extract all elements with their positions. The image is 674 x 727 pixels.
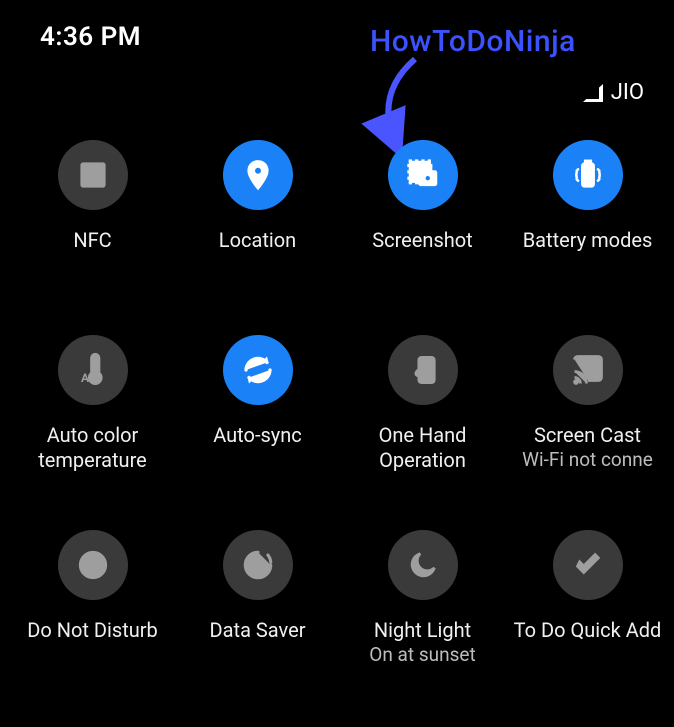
tile-label: One Hand Operation [340, 423, 505, 473]
tile-night-light[interactable]: Night Light On at sunset [340, 530, 505, 668]
svg-text:A: A [81, 371, 90, 385]
carrier-indicator: JIO [583, 80, 644, 105]
one-hand-icon [388, 335, 458, 405]
tile-data-saver[interactable]: Data Saver [175, 530, 340, 668]
quick-settings-grid: NFC Location Screenshot [10, 140, 664, 727]
tile-label: Do Not Disturb [27, 618, 158, 668]
tile-label: To Do Quick Add [514, 618, 662, 668]
tile-todo-quick-add[interactable]: To Do Quick Add [505, 530, 670, 668]
tile-auto-sync[interactable]: Auto-sync [175, 335, 340, 473]
tile-location[interactable]: Location [175, 140, 340, 278]
tile-label: Location [219, 228, 296, 278]
status-time: 4:36 PM [40, 22, 141, 52]
check-icon [553, 530, 623, 600]
tile-label: Data Saver [210, 618, 306, 668]
moon-icon [388, 530, 458, 600]
tile-label: NFC [73, 228, 111, 278]
nfc-icon [58, 140, 128, 210]
tile-auto-color-temperature[interactable]: A Auto color temperature [10, 335, 175, 473]
tile-do-not-disturb[interactable]: Do Not Disturb [10, 530, 175, 668]
tile-label: Auto-sync [213, 423, 302, 473]
carrier-label: JIO [611, 80, 644, 105]
tile-battery-modes[interactable]: Battery modes [505, 140, 670, 278]
tile-nfc[interactable]: NFC [10, 140, 175, 278]
data-saver-icon [223, 530, 293, 600]
signal-icon [583, 84, 603, 102]
dnd-icon [58, 530, 128, 600]
tile-screenshot[interactable]: Screenshot [340, 140, 505, 278]
sync-icon [223, 335, 293, 405]
tile-label: Screenshot [372, 228, 472, 278]
cast-icon [553, 335, 623, 405]
tile-screen-cast[interactable]: Screen Cast Wi-Fi not conne [505, 335, 670, 473]
thermometer-icon: A [58, 335, 128, 405]
location-icon [223, 140, 293, 210]
tile-sublabel: Wi-Fi not conne [522, 448, 653, 472]
tile-label: Night Light On at sunset [369, 618, 475, 668]
tile-one-hand-operation[interactable]: One Hand Operation [340, 335, 505, 473]
tile-label: Battery modes [523, 228, 653, 278]
tile-label: Screen Cast Wi-Fi not conne [522, 423, 653, 473]
tile-sublabel: On at sunset [369, 643, 475, 667]
watermark-text: HowToDoNinja [370, 24, 576, 59]
screenshot-icon [388, 140, 458, 210]
battery-icon [553, 140, 623, 210]
tile-label: Auto color temperature [10, 423, 175, 473]
